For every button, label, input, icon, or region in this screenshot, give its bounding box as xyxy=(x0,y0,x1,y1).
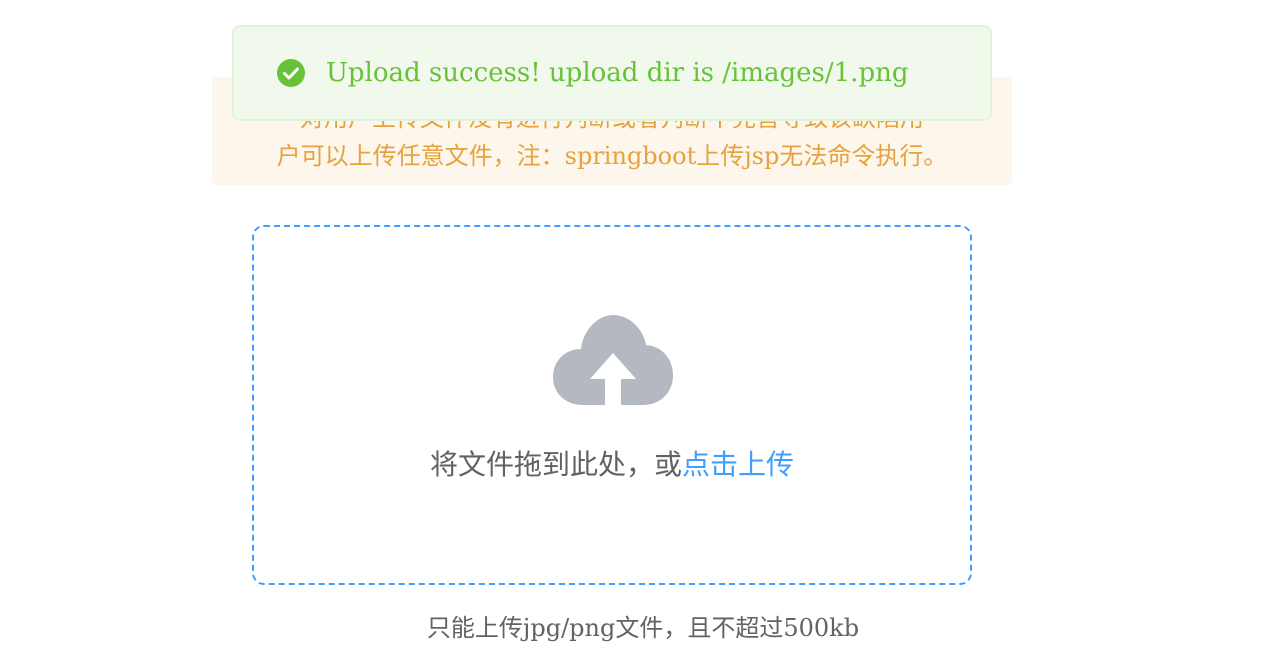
drop-instruction: 将文件拖到此处，或 xyxy=(429,448,682,481)
warning-text-line2: 户可以上传任意文件，注：springboot上传jsp无法命令执行。 xyxy=(276,142,948,170)
toast-message: Upload success! upload dir is /images/1.… xyxy=(326,58,909,88)
cloud-upload-icon xyxy=(553,315,673,407)
click-upload-link[interactable]: 点击上传 xyxy=(682,448,794,481)
upload-dropzone[interactable]: 将文件拖到此处，或点击上传 xyxy=(252,225,972,585)
upload-tip: 只能上传jpg/png文件，且不超过500kb xyxy=(426,614,860,642)
upload-page: 对用户上传文件没有进行判断或者判断不完善导致该缺陷用 户可以上传任意文件，注：s… xyxy=(0,0,1286,648)
drop-text: 将文件拖到此处，或点击上传 xyxy=(254,443,970,483)
check-circle-icon xyxy=(276,58,306,88)
success-toast: Upload success! upload dir is /images/1.… xyxy=(232,25,992,121)
